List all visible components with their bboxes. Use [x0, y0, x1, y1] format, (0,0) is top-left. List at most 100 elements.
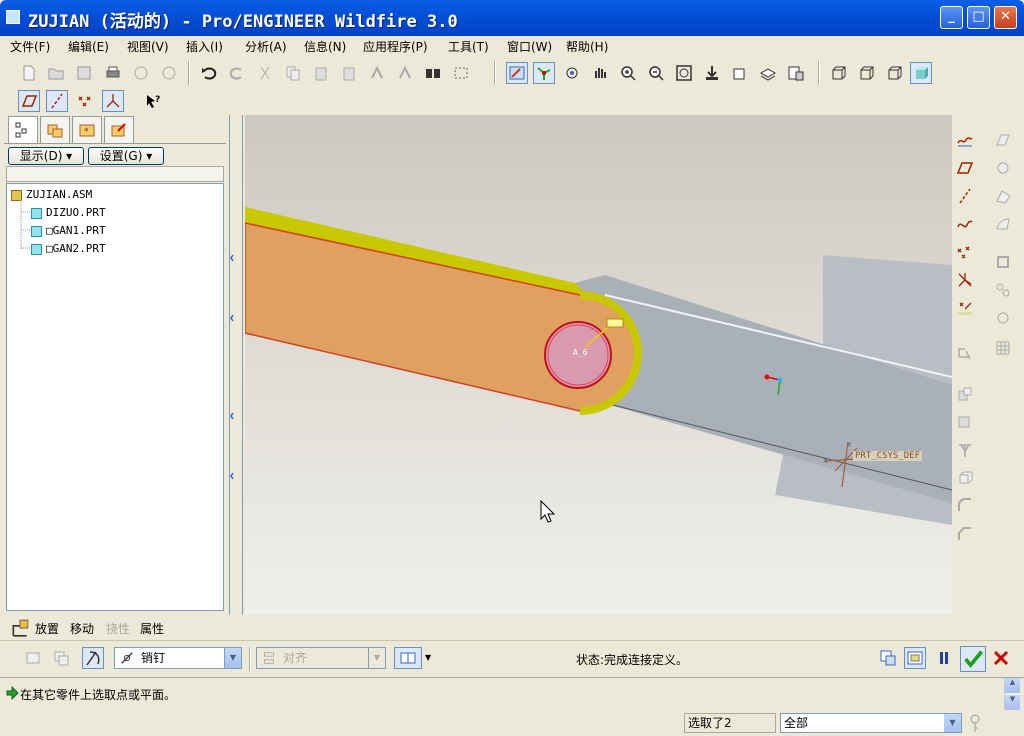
email-icon[interactable]	[130, 62, 152, 84]
datum-plane-tool-icon[interactable]	[954, 157, 976, 179]
scroll-down-icon[interactable]: ▼	[1005, 695, 1020, 710]
hole-tool-icon[interactable]	[954, 439, 976, 461]
tab-model-tree[interactable]	[8, 116, 38, 144]
constraint-type-select[interactable]: 对齐 ▼	[256, 647, 386, 669]
datum-point-tool-icon[interactable]	[954, 241, 976, 263]
datum-point-display-icon[interactable]	[74, 90, 96, 112]
component-placement-icon[interactable]	[954, 341, 976, 363]
tab-flexibility[interactable]: 挠性	[106, 620, 130, 637]
assemble-component-icon[interactable]	[954, 383, 976, 405]
tab-properties[interactable]: 属性	[140, 620, 164, 637]
scroll-up-icon[interactable]: ▲	[1005, 678, 1020, 693]
regen-manager-icon[interactable]	[394, 62, 416, 84]
spin-center-icon[interactable]	[561, 62, 583, 84]
connection-type-select[interactable]: 销钉 ▼	[114, 647, 242, 669]
show-component-window-icon[interactable]	[50, 647, 72, 669]
print-icon[interactable]	[102, 62, 124, 84]
saved-views-icon[interactable]	[729, 62, 751, 84]
context-help-icon[interactable]: ?	[142, 90, 164, 112]
display-dropdown-button[interactable]: 显示(D) ▾	[8, 147, 84, 165]
wireframe-icon[interactable]	[827, 62, 849, 84]
tree-item-part[interactable]: □GAN1.PRT	[31, 224, 106, 237]
tab-folder-browser[interactable]	[40, 116, 70, 143]
minimize-button[interactable]: _	[940, 6, 963, 29]
accept-checkmark-icon[interactable]	[960, 646, 986, 672]
filter-key-icon[interactable]	[968, 714, 982, 734]
tab-placement[interactable]: 放置	[35, 620, 59, 637]
mechanism-connection-icon[interactable]	[82, 647, 104, 669]
menu-file[interactable]: 文件(F)	[10, 38, 50, 55]
menu-insert[interactable]: 插入(I)	[186, 38, 223, 55]
csys-tool-icon[interactable]	[954, 269, 976, 291]
analysis-feature-icon[interactable]	[954, 297, 976, 319]
paste-special-icon[interactable]	[338, 62, 360, 84]
new-file-icon[interactable]	[18, 62, 40, 84]
view-manager-icon[interactable]	[785, 62, 807, 84]
sketch-datum-curve-icon[interactable]	[954, 129, 976, 151]
orient-mode-icon[interactable]	[533, 62, 555, 84]
repaint-icon[interactable]	[506, 62, 528, 84]
zoom-out-icon[interactable]	[645, 62, 667, 84]
redo-icon[interactable]	[226, 62, 248, 84]
shell-tool-icon[interactable]	[992, 251, 1014, 273]
datum-axis-tool-icon[interactable]	[954, 185, 976, 207]
menu-analysis[interactable]: 分析(A)	[245, 38, 287, 55]
regenerate-icon[interactable]	[366, 62, 388, 84]
extrude-tool-icon[interactable]	[954, 467, 976, 489]
chevron-down-icon[interactable]: ▼	[425, 653, 431, 662]
message-scrollbar[interactable]: ▲ ▼	[1004, 678, 1020, 710]
cancel-x-icon[interactable]	[990, 647, 1012, 669]
shading-icon[interactable]	[910, 62, 932, 84]
send-icon[interactable]	[158, 62, 180, 84]
save-icon[interactable]	[73, 62, 95, 84]
selection-filter-select[interactable]: 全部 ▼	[780, 713, 962, 733]
panel-sash[interactable]	[229, 115, 243, 615]
settings-dropdown-button[interactable]: 设置(G) ▾	[88, 147, 164, 165]
tab-connections[interactable]	[104, 116, 134, 143]
tree-item-part[interactable]: □GAN2.PRT	[31, 242, 106, 255]
menu-view[interactable]: 视图(V)	[127, 38, 169, 55]
chamfer-tool-icon[interactable]	[954, 523, 976, 545]
assembly-window-icon[interactable]	[904, 647, 926, 669]
menu-tools[interactable]: 工具(T)	[448, 38, 489, 55]
menu-info[interactable]: 信息(N)	[304, 38, 346, 55]
menu-applications[interactable]: 应用程序(P)	[363, 38, 428, 55]
create-component-icon[interactable]	[954, 411, 976, 433]
mirror-tool-icon[interactable]	[992, 307, 1014, 329]
csys-display-icon[interactable]	[102, 90, 124, 112]
select-box-icon[interactable]	[450, 62, 472, 84]
zoom-in-icon[interactable]	[617, 62, 639, 84]
datum-plane-display-icon[interactable]	[18, 90, 40, 112]
menu-edit[interactable]: 编辑(E)	[68, 38, 109, 55]
find-icon[interactable]	[422, 62, 444, 84]
blend-tool-icon[interactable]	[992, 129, 1014, 151]
refit-icon[interactable]	[673, 62, 695, 84]
round-tool-icon[interactable]	[954, 495, 976, 517]
reorient-icon[interactable]	[701, 62, 723, 84]
close-button[interactable]: ✕	[994, 6, 1017, 29]
sweep-tool-icon[interactable]	[992, 185, 1014, 207]
copy-icon[interactable]	[282, 62, 304, 84]
undo-icon[interactable]	[198, 62, 220, 84]
datum-axis-display-icon[interactable]	[46, 90, 68, 112]
layers-icon[interactable]	[757, 62, 779, 84]
pan-hand-icon[interactable]	[589, 62, 611, 84]
menu-window[interactable]: 窗口(W)	[507, 38, 552, 55]
datum-curve-tool-icon[interactable]	[954, 213, 976, 235]
separate-window-icon[interactable]	[877, 647, 899, 669]
surface-tool-icon[interactable]	[992, 213, 1014, 235]
paste-icon[interactable]	[310, 62, 332, 84]
tab-favorites[interactable]: *	[72, 116, 102, 143]
no-hidden-icon[interactable]	[883, 62, 905, 84]
menu-help[interactable]: 帮助(H)	[566, 38, 608, 55]
tab-move[interactable]: 移动	[70, 620, 94, 637]
open-folder-icon[interactable]	[45, 62, 67, 84]
user-defined-set-icon[interactable]	[22, 647, 44, 669]
flip-constraint-icon[interactable]	[394, 647, 422, 669]
table-tool-icon[interactable]	[992, 337, 1014, 359]
maximize-button[interactable]: □	[967, 6, 990, 29]
cut-icon[interactable]	[254, 62, 276, 84]
revolve-tool-icon[interactable]	[992, 157, 1014, 179]
pattern-tool-icon[interactable]	[992, 279, 1014, 301]
graphics-viewport[interactable]: A_6 PRT_CSYS_DEF Y X	[245, 115, 952, 615]
